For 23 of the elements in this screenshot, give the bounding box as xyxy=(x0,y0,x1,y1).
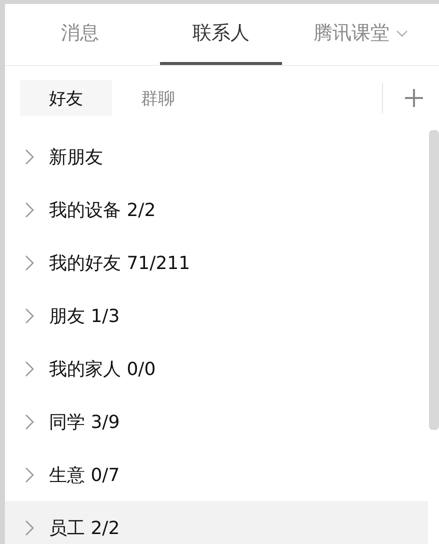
chevron-right-icon xyxy=(25,414,34,430)
chevron-right-icon xyxy=(25,202,34,218)
tab[interactable]: 联系人 xyxy=(160,4,282,65)
contact-group-row[interactable]: 我的好友 71/211 xyxy=(5,236,428,289)
tab[interactable]: 腾讯课堂 xyxy=(282,4,439,65)
contact-group-row[interactable]: 朋友 1/3 xyxy=(5,289,428,342)
chevron-right-icon xyxy=(25,466,34,482)
chevron-right-icon xyxy=(25,148,34,164)
contact-group-row[interactable]: 新朋友 xyxy=(5,130,428,183)
chevron-right-icon xyxy=(25,520,34,536)
contact-group-row[interactable]: 生意 0/7 xyxy=(5,448,428,501)
scrollbar[interactable] xyxy=(429,130,439,430)
add-button[interactable] xyxy=(403,87,425,109)
subtab[interactable]: 好友 xyxy=(20,80,112,116)
chevron-right-icon xyxy=(25,254,34,270)
contact-group-row[interactable]: 我的设备 2/2 xyxy=(5,183,428,236)
contact-group-row[interactable]: 同学 3/9 xyxy=(5,395,428,448)
chevron-right-icon xyxy=(25,308,34,324)
contact-group-row[interactable]: 员工 2/2 xyxy=(5,501,428,544)
subtab[interactable]: 群聊 xyxy=(112,80,204,116)
tab[interactable]: 消息 xyxy=(5,4,155,65)
chevron-right-icon xyxy=(25,360,34,376)
contact-group-row[interactable]: 我的家人 0/0 xyxy=(5,342,428,395)
